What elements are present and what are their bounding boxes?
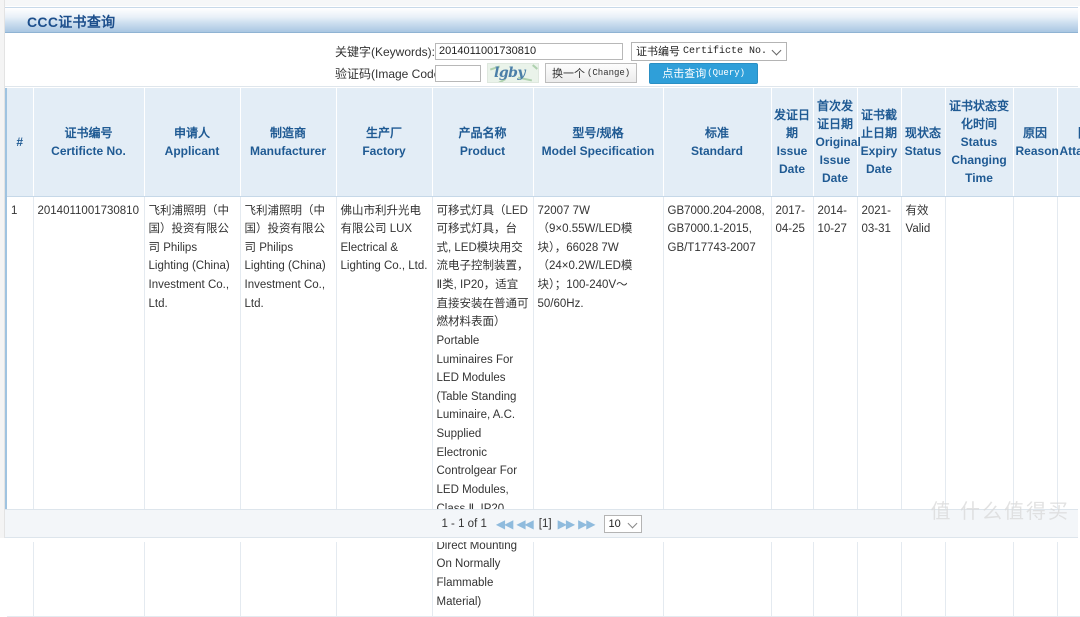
table-cell-issue-date: 2017-04-25 — [771, 196, 813, 617]
table-header-cn: 附件 — [1060, 124, 1080, 142]
table-cell-index: 1 — [7, 196, 33, 617]
table-cell-reason — [1013, 196, 1057, 617]
table-cell-status: 有效 Valid — [901, 196, 945, 617]
table-cell-certificate-no: 2014011001730810 — [33, 196, 144, 617]
next-page-icon[interactable]: ▶▶ — [558, 517, 574, 531]
table-header-en: Issue Date — [774, 142, 811, 178]
table-cell-status-changing-time — [945, 196, 1013, 617]
table-header-en: Standard — [666, 142, 769, 160]
keyword-label: 关键字(Keywords): — [335, 43, 430, 60]
table-header-cn: 标准 — [666, 124, 769, 142]
query-button-label-cn: 点击查询 — [662, 65, 706, 81]
results-grid: #证书编号Certificte No.申请人Applicant制造商Manufa… — [5, 88, 1078, 509]
last-page-icon[interactable]: ▶▶ — [578, 517, 594, 531]
search-panel: 关键字(Keywords): 证书编号 Certificte No. 验证码(I… — [5, 33, 1078, 87]
table-cell-product: 可移式灯具（LED可移式灯具，台式, LED模块用交流电子控制装置，Ⅱ类, IP… — [432, 196, 533, 617]
table-header-cell: 现状态Status — [901, 88, 945, 196]
table-header-cn: 现状态 — [904, 124, 943, 142]
table-header-cn: 证书编号 — [36, 124, 142, 142]
table-header-en: Product — [435, 142, 531, 160]
table-cell-manufacturer: 飞利浦照明（中国）投资有限公司 Philips Lighting (China)… — [240, 196, 336, 617]
table-header-cell: 制造商Manufacturer — [240, 88, 336, 196]
search-input[interactable] — [435, 43, 623, 60]
table-header-cell: 首次发证日期Original Issue Date — [813, 88, 857, 196]
table-header-cell: 标准Standard — [663, 88, 771, 196]
table-header-cell: 证书状态变化时间Status Changing Time — [945, 88, 1013, 196]
chevron-down-icon — [772, 45, 784, 57]
table-header-en: Manufacturer — [243, 142, 334, 160]
first-page-icon[interactable]: ◀◀ — [496, 517, 512, 531]
table-cell-original-issue-date: 2014-10-27 — [813, 196, 857, 617]
table-header-cell: 型号/规格Model Specification — [533, 88, 663, 196]
table-header-cn: 型号/规格 — [536, 124, 661, 142]
current-page-label[interactable]: [1] — [539, 518, 552, 530]
captcha-row: 验证码(Image Code): lgby 换一个 (Change) 点击查询 … — [335, 63, 758, 83]
field-type-select[interactable]: 证书编号 Certificte No. — [631, 42, 787, 61]
title-bar: CCC证书查询 — [5, 7, 1078, 33]
table-header-en: Status Changing Time — [948, 133, 1011, 187]
captcha-input[interactable] — [435, 65, 481, 82]
table-cell-factory: 佛山市利升光电有限公司 LUX Electrical & Lighting Co… — [336, 196, 432, 617]
table-header-cell: 发证日期Issue Date — [771, 88, 813, 196]
captcha-image-text: lgby — [494, 65, 525, 81]
prev-page-icon[interactable]: ◀◀ — [516, 517, 532, 531]
table-header-cell: 原因Reason — [1013, 88, 1057, 196]
table-header-en: Original Issue Date — [816, 133, 855, 187]
table-header-cn: 证书截止日期 — [860, 106, 899, 142]
pagination-count: 1 - 1 of 1 — [441, 518, 486, 530]
table-header-cn: # — [9, 133, 31, 151]
table-header-cn: 生产厂 — [339, 124, 430, 142]
table-cell-expiry-date: 2021-03-31 — [857, 196, 901, 617]
table-header-row: #证书编号Certificte No.申请人Applicant制造商Manufa… — [7, 88, 1080, 196]
captcha-image[interactable]: lgby — [487, 63, 539, 83]
change-captcha-label-en: (Change) — [587, 68, 630, 78]
table-header-en: Applicant — [147, 142, 238, 160]
frame-top-strip — [0, 0, 1080, 6]
query-button[interactable]: 点击查询 (Query) — [649, 63, 758, 84]
table-cell-model: 72007 7W（9×0.55W/LED模块），66028 7W（24×0.2W… — [533, 196, 663, 617]
table-header-cn: 首次发证日期 — [816, 97, 855, 133]
pagination-bar: 1 - 1 of 1 ◀◀ ◀◀ [1] ▶▶ ▶▶ 10 — [5, 509, 1078, 538]
table-cell-applicant: 飞利浦照明（中国）投资有限公司 Philips Lighting (China)… — [144, 196, 240, 617]
table-header-en: Certificte No. — [36, 142, 142, 160]
keyword-row: 关键字(Keywords): 证书编号 Certificte No. — [335, 41, 787, 61]
table-header-cell: 附件Attachment — [1057, 88, 1080, 196]
query-button-label-en: (Query) — [707, 68, 745, 78]
page-size-select[interactable]: 10 — [604, 515, 642, 533]
table-header-cn: 原因 — [1016, 124, 1055, 142]
table-header-en: Expiry Date — [860, 142, 899, 178]
page-title: CCC证书查询 — [27, 12, 115, 32]
page-size-value: 10 — [609, 518, 621, 530]
table-header-cell: 产品名称Product — [432, 88, 533, 196]
captcha-label: 验证码(Image Code): — [335, 65, 430, 82]
table-header-cell: 证书编号Certificte No. — [33, 88, 144, 196]
chevron-down-icon — [628, 518, 640, 530]
change-captcha-button[interactable]: 换一个 (Change) — [545, 63, 637, 83]
field-type-select-en: Certificte No. — [683, 46, 767, 57]
table-header-cell: 证书截止日期Expiry Date — [857, 88, 901, 196]
table-cell-attachment — [1057, 196, 1080, 617]
table-header-cn: 产品名称 — [435, 124, 531, 142]
table-header-cn: 发证日期 — [774, 106, 811, 142]
table-header-en: Reason — [1016, 142, 1055, 160]
table-header-en: Attachment — [1060, 142, 1080, 160]
table-header-cn: 制造商 — [243, 124, 334, 142]
field-type-select-cn: 证书编号 — [636, 43, 680, 59]
table-header-en: Status — [904, 142, 943, 160]
change-captcha-label-cn: 换一个 — [552, 65, 585, 81]
bottom-strip — [0, 538, 1080, 542]
table-header-cell: 生产厂Factory — [336, 88, 432, 196]
table-cell-standard: GB7000.204-2008, GB7000.1-2015, GB/T1774… — [663, 196, 771, 617]
table-row[interactable]: 12014011001730810飞利浦照明（中国）投资有限公司 Philips… — [7, 196, 1080, 617]
table-header-cell: # — [7, 88, 33, 196]
table-header-en: Model Specification — [536, 142, 661, 160]
table-header-en: Factory — [339, 142, 430, 160]
table-header-cell: 申请人Applicant — [144, 88, 240, 196]
page-root: CCC证书查询 关键字(Keywords): 证书编号 Certificte N… — [0, 0, 1080, 542]
table-header-cn: 证书状态变化时间 — [948, 97, 1011, 133]
table-header-cn: 申请人 — [147, 124, 238, 142]
